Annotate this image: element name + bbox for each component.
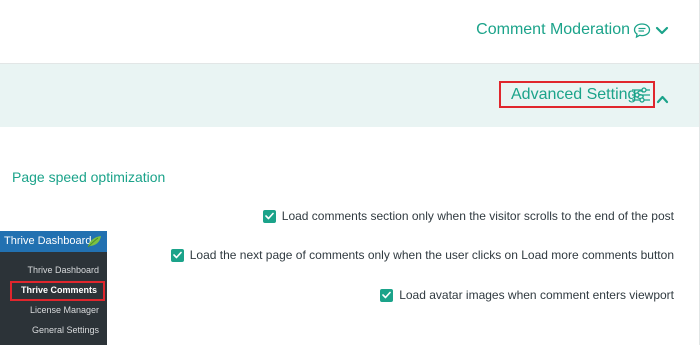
option-label: Load avatar images when comment enters v… <box>399 288 674 302</box>
checkbox-checked[interactable] <box>170 248 184 262</box>
leaf-icon <box>87 236 101 248</box>
wp-menu-header[interactable]: Thrive Dashboard <box>0 231 107 252</box>
wp-menu-header-label: Thrive Dashboard <box>4 235 92 247</box>
checkmark-icon <box>264 212 274 220</box>
page-speed-heading: Page speed optimization <box>12 169 166 185</box>
wp-menu-item-license-manager[interactable]: License Manager <box>30 305 99 315</box>
advanced-settings-section[interactable]: Advanced Settings <box>0 64 700 127</box>
chevron-down-icon[interactable] <box>655 26 669 36</box>
checkbox-checked[interactable] <box>380 288 394 302</box>
advanced-settings-label[interactable]: Advanced Settings <box>511 86 644 104</box>
comment-moderation-section[interactable]: Comment Moderation <box>0 0 700 64</box>
chat-bubble-icon <box>633 23 651 39</box>
option-label: Load the next page of comments only when… <box>189 248 674 262</box>
wp-menu-item-thrive-comments[interactable]: Thrive Comments <box>21 285 97 295</box>
checkbox-checked[interactable] <box>262 209 276 223</box>
option-label: Load comments section only when the visi… <box>281 209 674 223</box>
chevron-up-icon[interactable] <box>656 94 669 104</box>
wp-menu-item-general-settings[interactable]: General Settings <box>32 325 99 335</box>
option-lazy-load-avatars[interactable]: Load avatar images when comment enters v… <box>380 287 674 303</box>
sliders-icon <box>632 87 650 103</box>
option-lazy-load-comments[interactable]: Load comments section only when the visi… <box>262 208 674 224</box>
wp-admin-submenu: Thrive Dashboard Thrive Dashboard Thrive… <box>0 231 107 345</box>
wp-menu-item-thrive-dashboard[interactable]: Thrive Dashboard <box>27 265 99 275</box>
checkmark-icon <box>172 251 182 259</box>
comment-moderation-label[interactable]: Comment Moderation <box>476 21 630 39</box>
checkmark-icon <box>382 291 391 299</box>
option-load-more-on-click[interactable]: Load the next page of comments only when… <box>170 247 674 263</box>
